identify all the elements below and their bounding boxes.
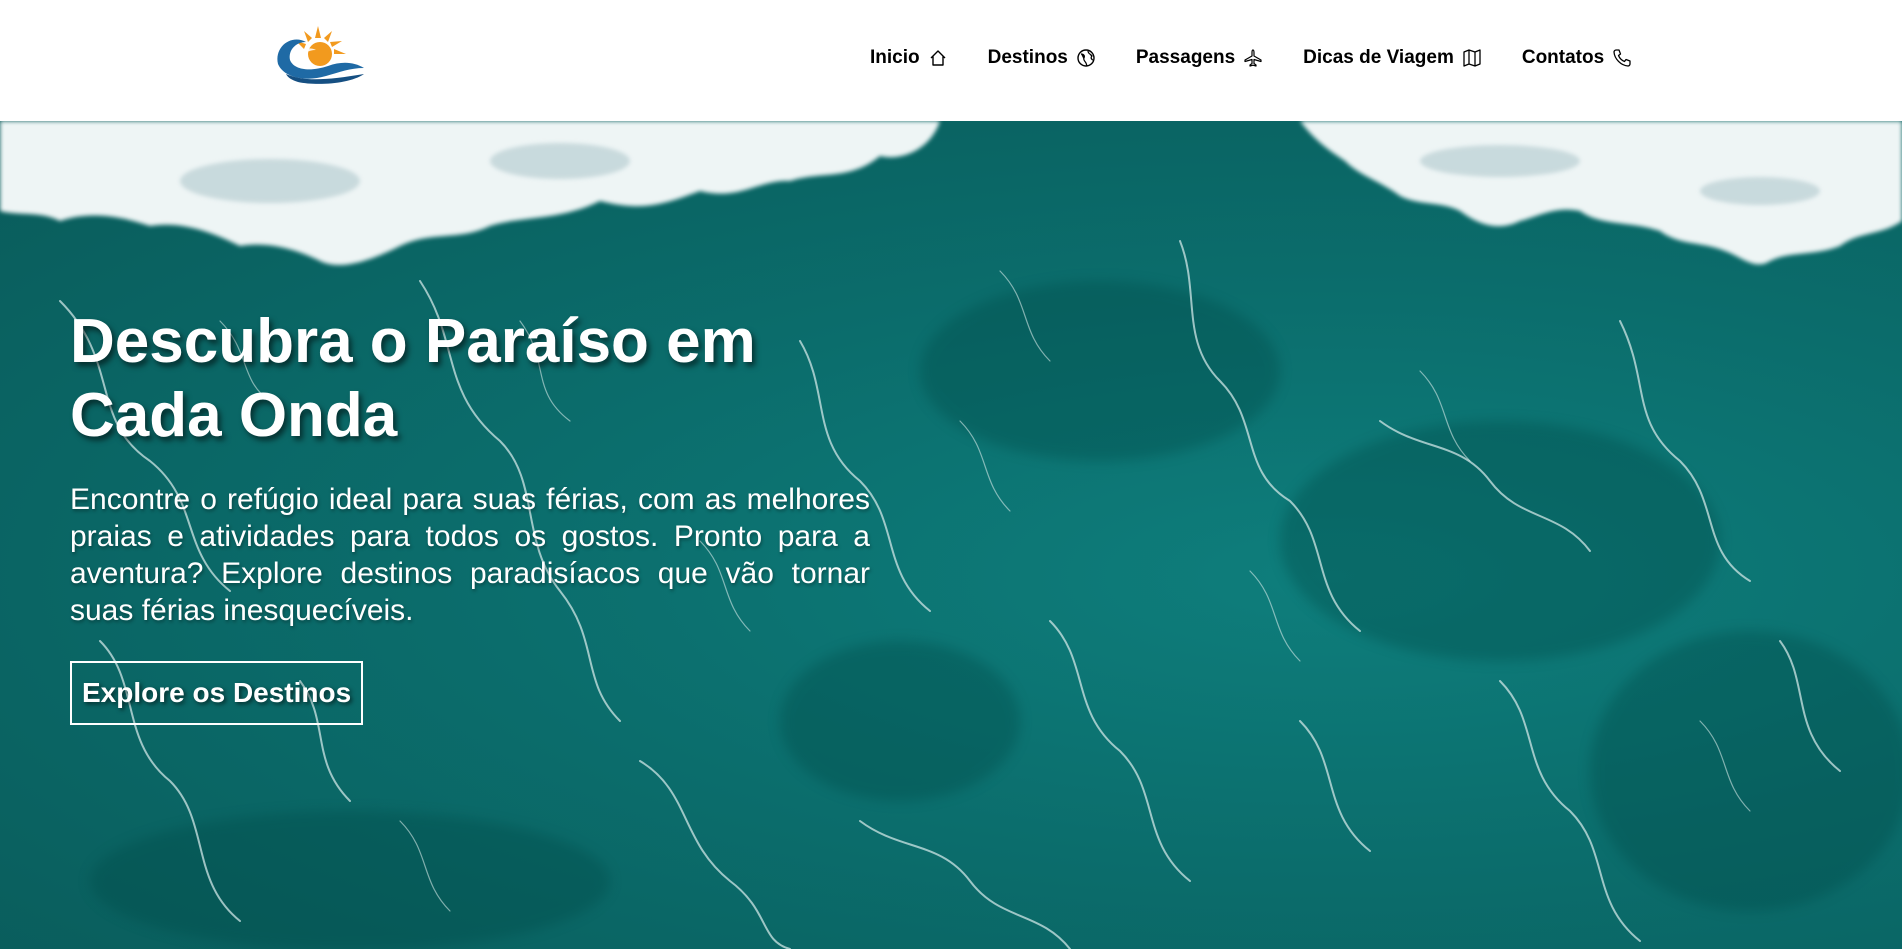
site-header: Inicio Destinos Passagens Dicas de Viage… <box>0 0 1902 121</box>
airplane-icon <box>1243 48 1263 68</box>
hero-description: Encontre o refúgio ideal para suas féria… <box>70 483 870 627</box>
phone-icon <box>1612 48 1632 68</box>
nav-item-label: Destinos <box>987 47 1068 68</box>
nav-item-contatos[interactable]: Contatos <box>1522 44 1632 72</box>
nav-item-passagens[interactable]: Passagens <box>1136 44 1263 72</box>
nav-item-inicio[interactable]: Inicio <box>870 44 948 72</box>
main-nav: Inicio Destinos Passagens Dicas de Viage… <box>870 44 1632 72</box>
logo[interactable] <box>270 24 366 84</box>
nav-item-label: Contatos <box>1521 47 1605 68</box>
nav-item-label: Passagens <box>1135 47 1236 68</box>
nav-item-dicas-de-viagem[interactable]: Dicas de Viagem <box>1303 44 1482 72</box>
nav-item-destinos[interactable]: Destinos <box>988 44 1096 72</box>
hero-title: Descubra o Paraíso em Cada Onda <box>70 307 756 450</box>
sun-wave-logo-icon <box>277 26 364 84</box>
map-icon <box>1462 48 1482 68</box>
nav-item-label: Dicas de Viagem <box>1303 47 1454 68</box>
nav-item-label: Inicio <box>870 47 920 68</box>
hero-section: Descubra o Paraíso em Cada Onda Encontre… <box>0 121 1902 949</box>
home-icon <box>928 48 948 68</box>
globe-icon <box>1076 48 1096 68</box>
explore-destinations-button[interactable]: Explore os Destinos <box>70 661 364 725</box>
